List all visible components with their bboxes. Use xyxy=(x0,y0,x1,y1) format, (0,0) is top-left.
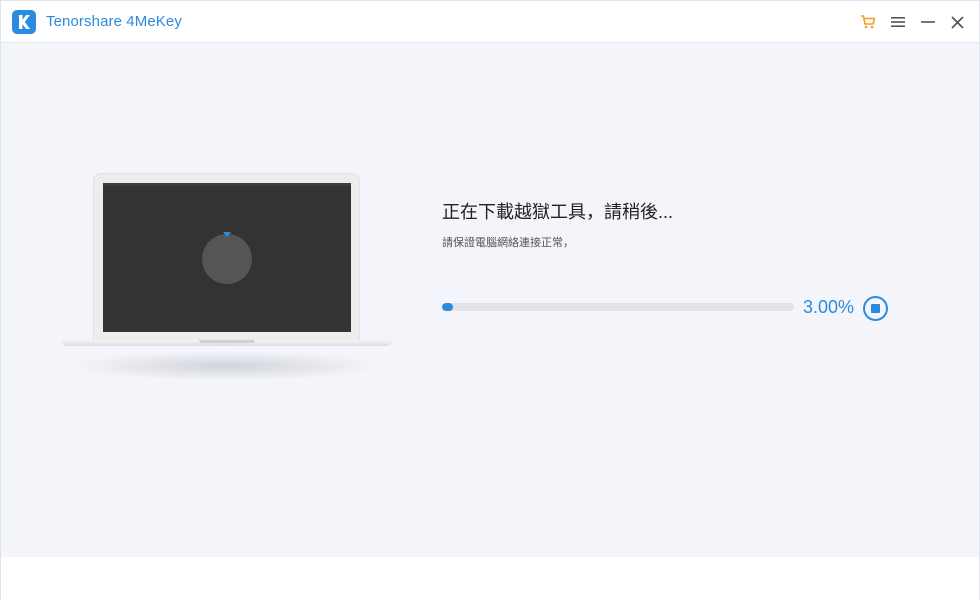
title-bar: Tenorshare 4MeKey xyxy=(1,1,979,43)
progress-bar xyxy=(442,303,794,311)
cart-icon[interactable] xyxy=(858,12,878,32)
minimize-icon[interactable] xyxy=(918,12,938,32)
app-logo-icon xyxy=(12,10,36,34)
progress-fill xyxy=(442,303,453,311)
menu-icon[interactable] xyxy=(888,12,908,32)
loading-spinner-icon xyxy=(202,234,252,284)
status-title: 正在下載越獄工具，請稍後... xyxy=(442,202,674,222)
footer-bar xyxy=(1,557,979,600)
app-title: Tenorshare 4MeKey xyxy=(46,13,182,30)
status-subtitle: 請保證電腦網絡連接正常， xyxy=(442,237,574,249)
laptop-notch xyxy=(199,340,255,343)
progress-percent: 3.00% xyxy=(803,297,855,317)
close-icon[interactable] xyxy=(947,12,967,32)
spinner-indicator-icon xyxy=(223,232,231,237)
stop-icon xyxy=(871,304,880,313)
stop-button[interactable] xyxy=(863,296,888,321)
laptop-shadow xyxy=(71,351,381,381)
app-window: Tenorshare 4MeKey 正在下載越獄工具，請稍後... 請保證電腦網… xyxy=(0,0,980,600)
